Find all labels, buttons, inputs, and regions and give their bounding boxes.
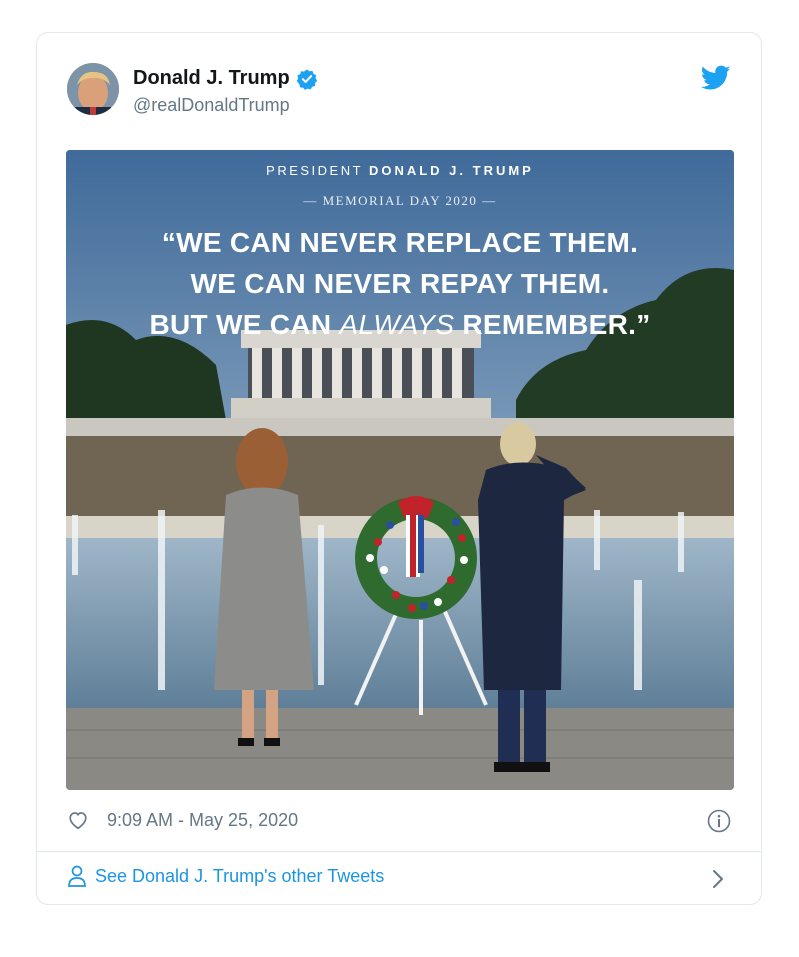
see-other-tweets-link[interactable]: See Donald J. Trump's other Tweets xyxy=(67,865,384,887)
tweet-image[interactable]: PRESIDENT DONALD J. TRUMP — MEMORIAL DAY… xyxy=(66,150,734,790)
heart-icon[interactable] xyxy=(67,809,89,831)
verified-badge-icon xyxy=(296,68,317,90)
avatar[interactable] xyxy=(67,63,119,115)
author-name[interactable]: Donald J. Trump xyxy=(133,67,290,90)
author-row: Donald J. Trump xyxy=(133,67,318,90)
see-other-tweets-label: See Donald J. Trump's other Tweets xyxy=(95,865,385,886)
author-handle[interactable]: @realDonaldTrump xyxy=(133,95,290,116)
image-quote: “WE CAN NEVER REPLACE THEM. WE CAN NEVER… xyxy=(149,227,651,340)
tweet-timestamp[interactable]: 9:09 AM - May 25, 2020 xyxy=(107,810,298,831)
info-icon[interactable] xyxy=(707,809,731,833)
image-kicker: PRESIDENT DONALD J. TRUMP xyxy=(266,163,534,178)
person-icon xyxy=(68,865,86,887)
tweet-meta: 9:09 AM - May 25, 2020 xyxy=(67,809,298,831)
image-subkicker: — MEMORIAL DAY 2020 — xyxy=(303,193,497,208)
tweet-card: Donald J. Trump @realDonaldTrump PRESIDE… xyxy=(36,32,762,905)
divider xyxy=(37,851,761,852)
chevron-right-icon[interactable] xyxy=(711,869,725,889)
twitter-bird-icon[interactable] xyxy=(701,65,731,91)
